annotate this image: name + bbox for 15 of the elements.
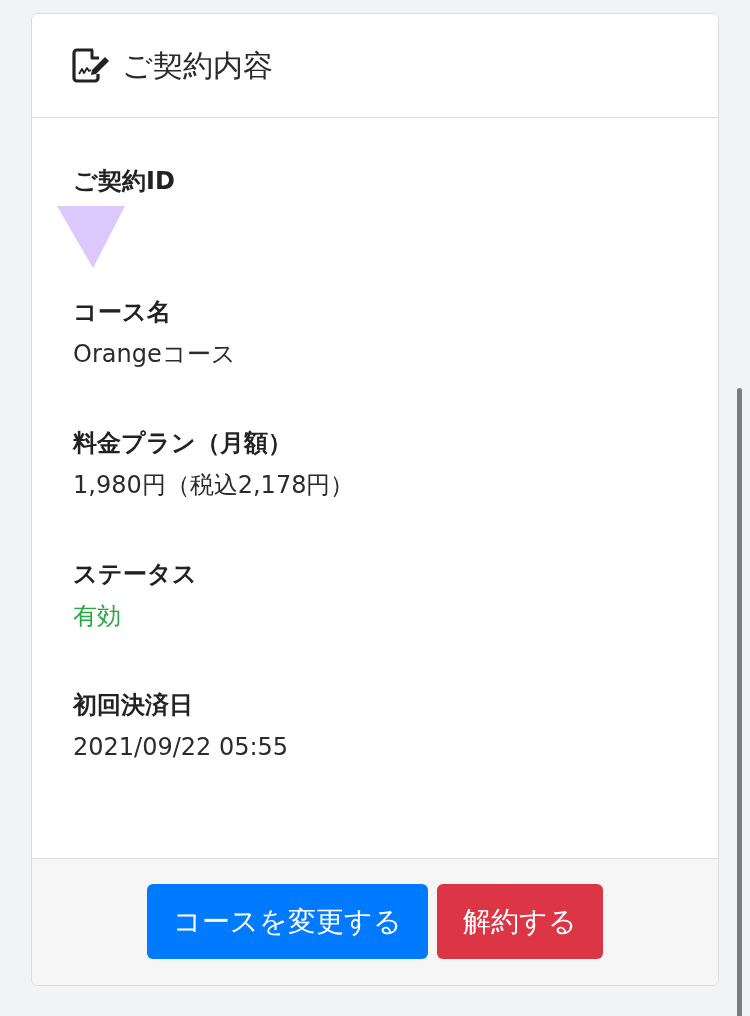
field-label: 初回決済日 — [73, 690, 194, 721]
redaction-triangle — [57, 206, 125, 268]
field-value: 2021/09/22 05:55 — [73, 732, 290, 763]
field-label: コース名 — [73, 297, 172, 328]
card-title: ご契約内容 — [122, 46, 273, 85]
field-value: Orangeコース — [73, 339, 237, 370]
field-label: 料金プラン（月額） — [73, 428, 293, 459]
change-course-button[interactable]: コースを変更する — [147, 884, 428, 959]
document-pen-icon — [72, 48, 110, 83]
status-value: 有効 — [73, 601, 122, 632]
field-label: ステータス — [73, 559, 198, 590]
cancel-contract-button[interactable]: 解約する — [437, 884, 603, 959]
scrollbar[interactable] — [737, 388, 742, 1016]
field-label: ご契約ID — [73, 166, 176, 197]
field-value: 1,980円（税込2,178円） — [73, 470, 356, 501]
